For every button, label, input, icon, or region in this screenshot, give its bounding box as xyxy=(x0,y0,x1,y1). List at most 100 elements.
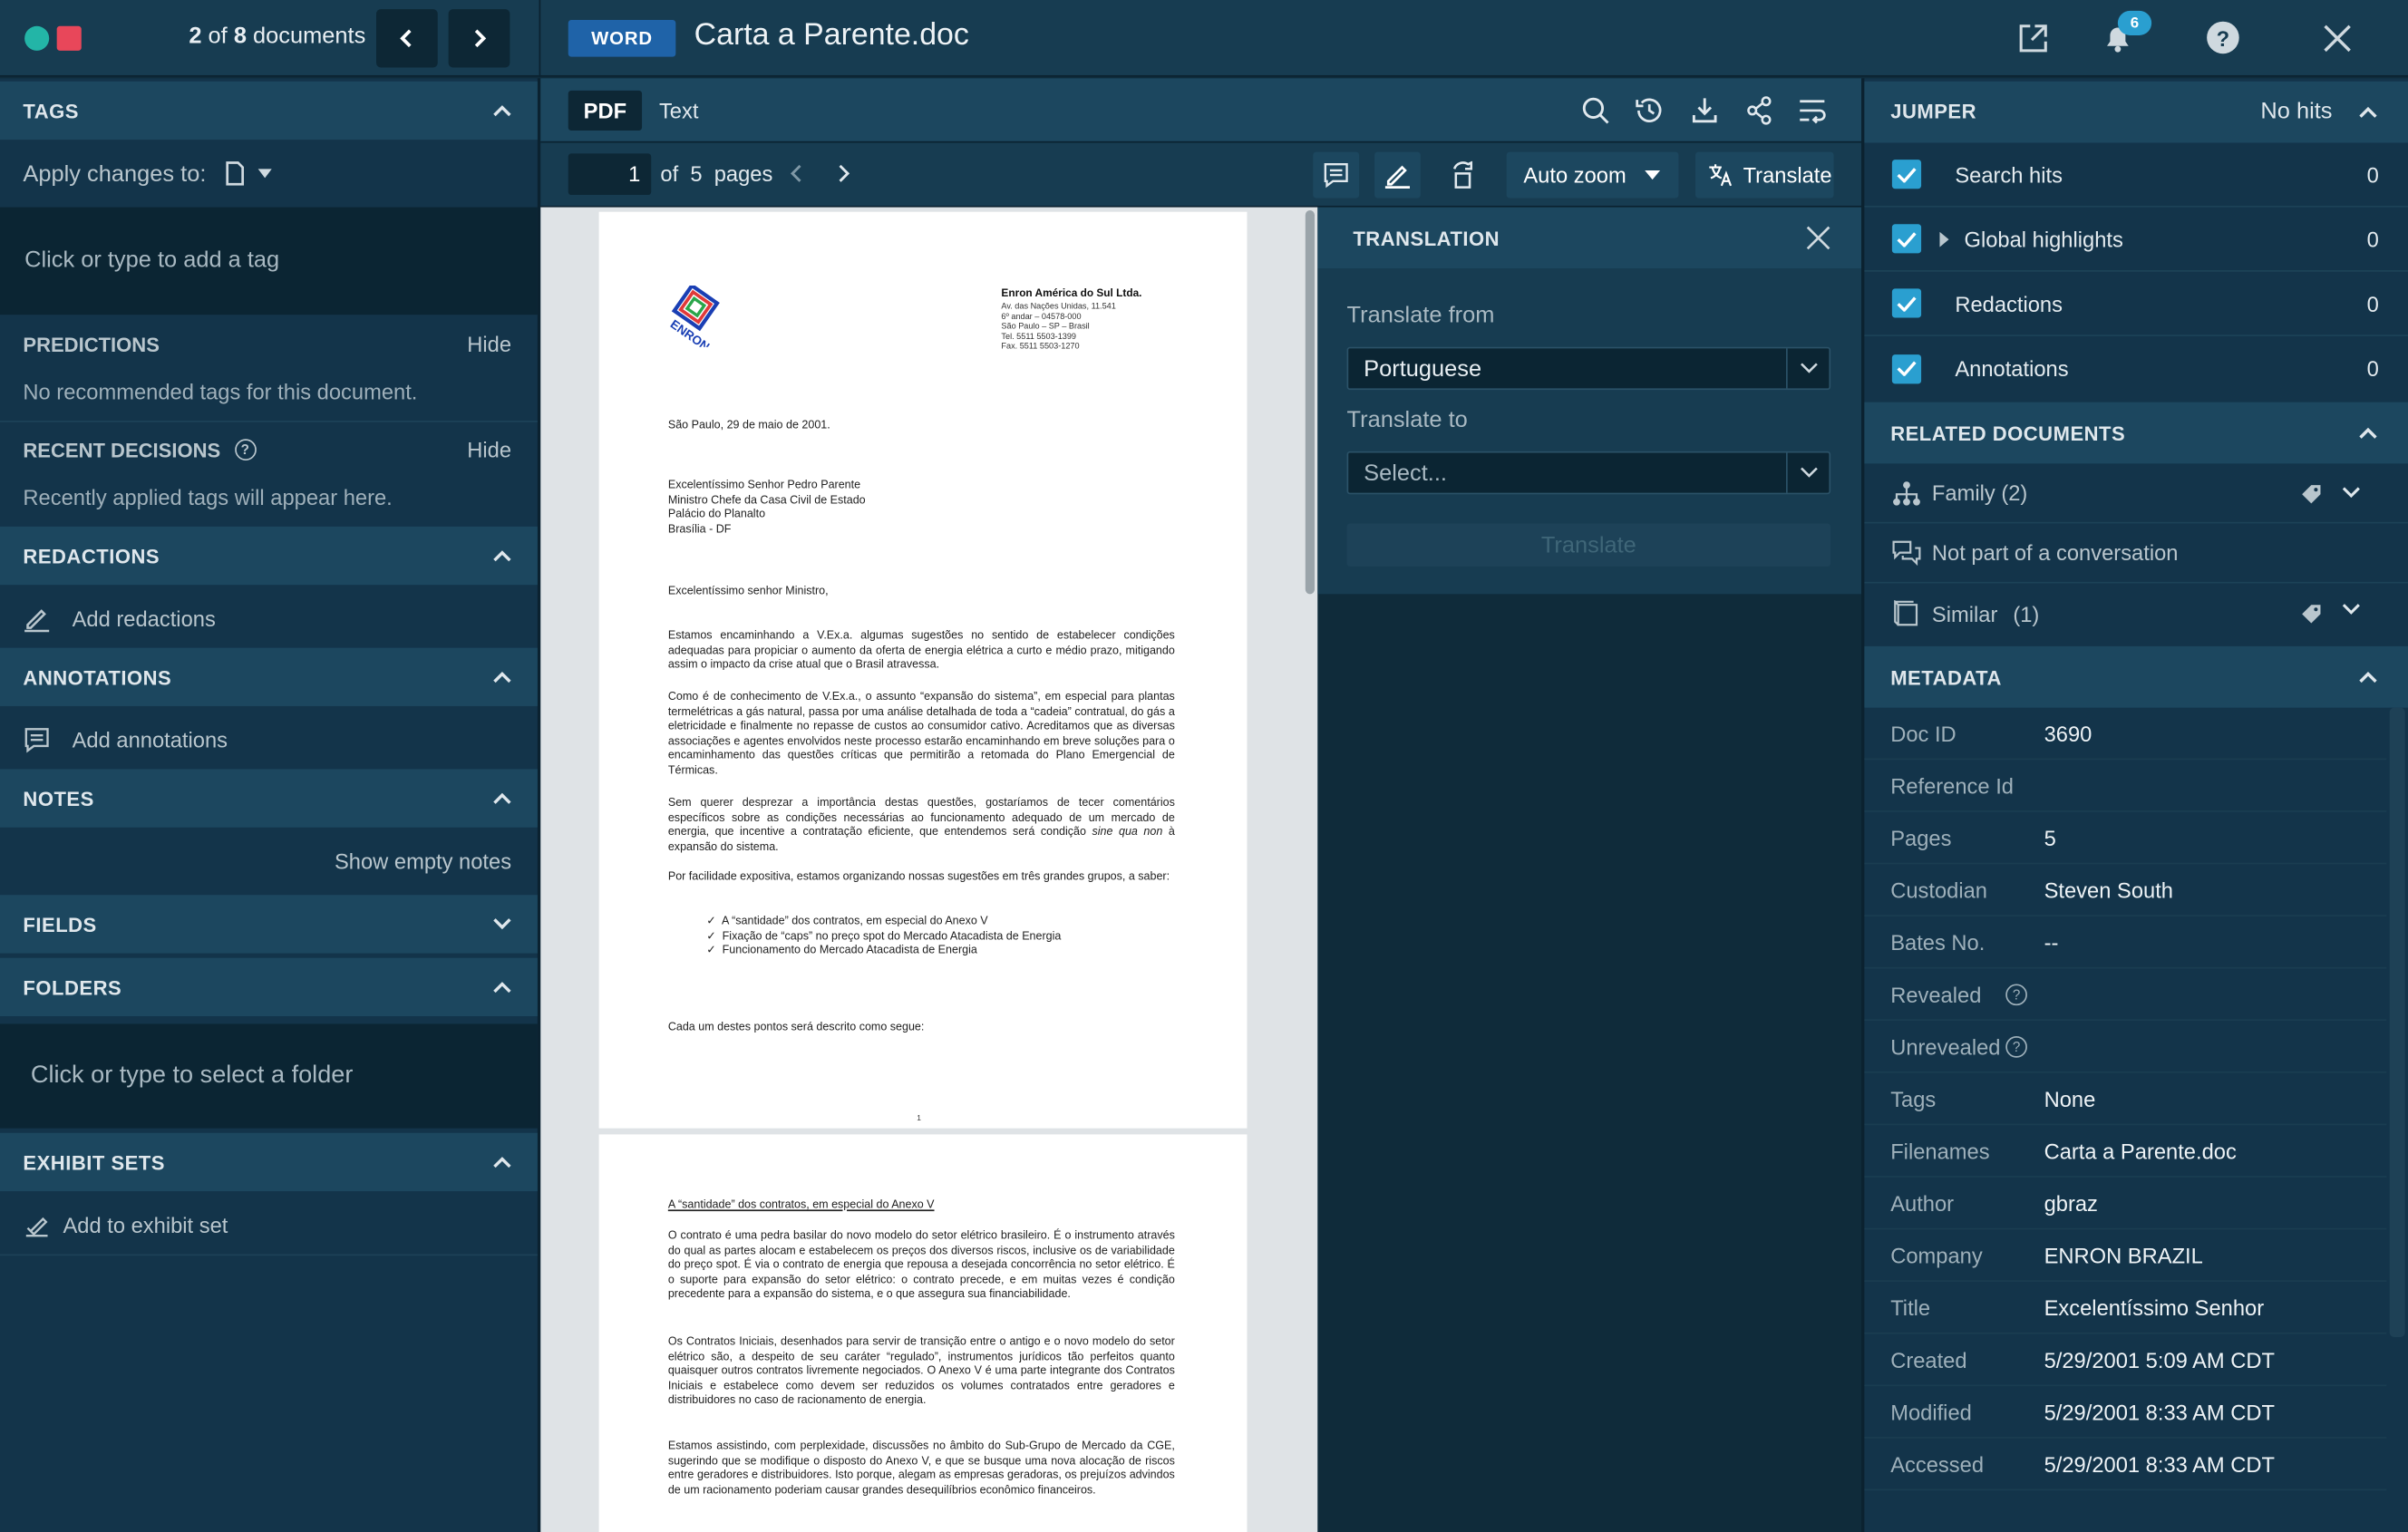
checkbox-checked[interactable] xyxy=(1891,224,1922,254)
chevron-left-icon xyxy=(400,29,412,48)
download-icon[interactable] xyxy=(1689,95,1720,126)
redactions-section-header[interactable]: REDACTIONS xyxy=(0,526,538,586)
translation-header: TRANSLATION xyxy=(1317,207,1863,269)
external-link-icon xyxy=(2019,24,2047,53)
tags-section-header[interactable]: TAGS xyxy=(0,81,538,141)
share-icon[interactable] xyxy=(1744,95,1775,126)
tab-pdf[interactable]: PDF xyxy=(568,90,643,131)
comment-icon xyxy=(1324,163,1348,189)
show-empty-notes-link[interactable]: Show empty notes xyxy=(335,848,511,873)
jumper-item-search-hits[interactable]: Search hits 0 xyxy=(1864,142,2408,208)
caret-down-icon[interactable] xyxy=(257,169,273,179)
help-icon[interactable]: ? xyxy=(234,439,257,461)
exhibit-sets-section-header[interactable]: EXHIBIT SETS xyxy=(0,1132,538,1192)
annotation-tool-button[interactable] xyxy=(1313,151,1360,199)
related-family-row[interactable]: Family (2) xyxy=(1864,463,2408,524)
metadata-row-reference-id: Reference Id xyxy=(1864,760,2387,812)
fields-section-header[interactable]: FIELDS xyxy=(0,895,538,954)
checkbox-checked[interactable] xyxy=(1891,160,1922,189)
predictions-hide-link[interactable]: Hide xyxy=(467,332,511,356)
translate-icon xyxy=(1709,164,1733,187)
metadata-row-custodian: Custodian Steven South xyxy=(1864,864,2387,916)
annotations-section-header[interactable]: ANNOTATIONS xyxy=(0,647,538,706)
hierarchy-icon xyxy=(1893,480,1920,505)
history-icon[interactable] xyxy=(1634,95,1665,126)
page-toolbar: 1 of 5 pages Auto zoom Translate xyxy=(540,142,1863,208)
letter-paragraph: O contrato é uma pedra basilar do novo m… xyxy=(667,1227,1175,1301)
folders-section-header[interactable]: FOLDERS xyxy=(0,957,538,1017)
wrap-text-icon[interactable] xyxy=(1797,95,1830,126)
chevron-down-icon xyxy=(493,918,511,930)
predictions-text: No recommended tags for this document. xyxy=(23,379,418,404)
file-type-badge: WORD xyxy=(568,20,676,57)
chevron-down-icon[interactable] xyxy=(2342,604,2360,616)
notification-count-badge: 6 xyxy=(2117,10,2152,35)
checkbox-checked[interactable] xyxy=(1891,288,1922,318)
letter-heading: A “santidade” dos contratos, em especial… xyxy=(667,1197,935,1212)
close-button[interactable] xyxy=(2320,22,2354,55)
recent-hide-link[interactable]: Hide xyxy=(467,438,511,462)
tag-input[interactable]: Click or type to add a tag xyxy=(0,207,538,315)
open-external-button[interactable] xyxy=(2016,22,2050,55)
similar-documents-icon xyxy=(1894,600,1918,626)
help-button[interactable]: ? xyxy=(2207,21,2239,54)
help-icon[interactable]: ? xyxy=(2005,983,2027,1005)
related-conversation-row: Not part of a conversation xyxy=(1864,523,2408,584)
search-icon[interactable] xyxy=(1580,95,1611,126)
add-to-exhibit-set-button[interactable]: Add to exhibit set xyxy=(0,1205,538,1245)
document-viewport[interactable]: ENRON Enron América do Sul Ltda. Av. das… xyxy=(540,207,1318,1532)
chevron-up-icon xyxy=(2359,672,2377,684)
redaction-tool-button[interactable] xyxy=(1374,151,1421,199)
previous-document-button[interactable] xyxy=(376,9,438,68)
marker-icon xyxy=(24,609,50,633)
checkbox-checked[interactable] xyxy=(1891,354,1922,383)
flag-icon xyxy=(56,25,82,51)
close-icon[interactable] xyxy=(1804,224,1831,251)
translate-to-select[interactable]: Select... xyxy=(1346,451,1831,495)
metadata-row-created: Created 5/29/2001 5:09 AM CDT xyxy=(1864,1334,2387,1387)
metadata-row-bates-no: Bates No. -- xyxy=(1864,916,2387,969)
next-document-button[interactable] xyxy=(448,9,510,68)
letter-recipient: Excelentíssimo Senhor Pedro Parente Minis… xyxy=(667,477,866,536)
tag-icon[interactable] xyxy=(2300,604,2322,625)
help-icon[interactable]: ? xyxy=(2005,1035,2027,1057)
document-page-1: ENRON Enron América do Sul Ltda. Av. das… xyxy=(598,211,1248,1129)
document-icon[interactable] xyxy=(225,161,247,186)
translate-from-select[interactable]: Portuguese xyxy=(1346,346,1831,391)
metadata-row-tags: Tags None xyxy=(1864,1073,2387,1126)
page-number-input[interactable]: 1 xyxy=(568,153,652,196)
chevron-down-icon[interactable] xyxy=(2342,487,2360,499)
tab-text[interactable]: Text xyxy=(642,91,715,131)
metadata-row-modified: Modified 5/29/2001 8:33 AM CDT xyxy=(1864,1386,2387,1439)
next-page-icon[interactable] xyxy=(834,163,852,185)
jumper-item-global-highlights[interactable]: Global highlights 0 xyxy=(1864,208,2408,272)
metadata-header[interactable]: METADATA xyxy=(1864,645,2408,708)
letter-paragraph: Como é de conhecimento de V.Ex.a., o ass… xyxy=(667,689,1175,777)
chevron-up-icon xyxy=(493,550,511,562)
translate-toggle-button[interactable]: Translate xyxy=(1695,151,1834,199)
chevron-up-icon xyxy=(493,672,511,684)
translate-submit-button[interactable]: Translate xyxy=(1346,523,1831,567)
tag-icon[interactable] xyxy=(2300,483,2322,505)
folder-input[interactable]: Click or type to select a folder xyxy=(0,1023,538,1129)
add-redactions-button[interactable]: Add redactions xyxy=(0,598,538,638)
chevron-up-icon xyxy=(493,792,511,804)
jumper-item-annotations[interactable]: Annotations 0 xyxy=(1864,336,2408,401)
jumper-item-redactions[interactable]: Redactions 0 xyxy=(1864,272,2408,336)
jumper-header[interactable]: JUMPER No hits xyxy=(1864,81,2408,143)
metadata-row-company: Company ENRON BRAZIL xyxy=(1864,1229,2387,1282)
metadata-scrollbar[interactable] xyxy=(2389,707,2405,1337)
related-similar-row[interactable]: Similar (1) xyxy=(1864,583,2408,643)
related-documents-header[interactable]: RELATED DOCUMENTS xyxy=(1864,402,2408,464)
caret-right-icon[interactable] xyxy=(1939,230,1949,247)
page-total-label: of 5 pages xyxy=(660,160,773,186)
add-annotations-button[interactable]: Add annotations xyxy=(0,720,538,760)
recent-decisions-header: RECENT DECISIONS ? Hide xyxy=(23,437,512,462)
notes-section-header[interactable]: NOTES xyxy=(0,769,538,828)
rotate-icon[interactable] xyxy=(1448,160,1475,189)
zoom-select[interactable]: Auto zoom xyxy=(1506,151,1679,199)
letter-date: São Paulo, 29 de maio de 2001. xyxy=(667,417,830,431)
document-scrollbar[interactable] xyxy=(1305,209,1315,595)
chevron-up-icon xyxy=(493,982,511,994)
previous-page-icon[interactable] xyxy=(788,163,806,185)
